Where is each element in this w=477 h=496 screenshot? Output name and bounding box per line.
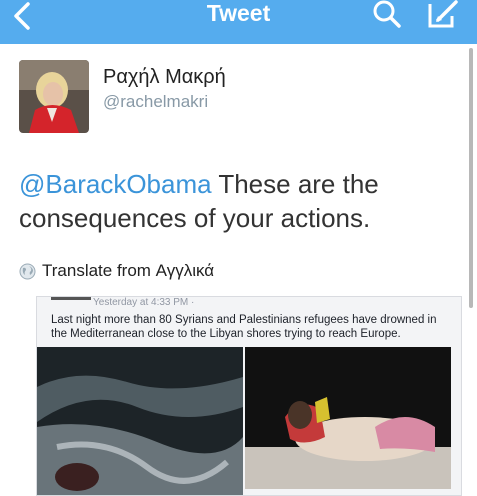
translate-link[interactable]: Translate from Αγγλικά bbox=[19, 260, 214, 282]
tweet-text: @BarackObama These are the consequences … bbox=[19, 167, 459, 235]
user-handle[interactable]: @rachelmakri bbox=[103, 92, 208, 112]
fb-post-time: Yesterday at 4:33 PM · bbox=[93, 297, 195, 308]
photo-child bbox=[245, 347, 451, 489]
fb-redacted-name bbox=[51, 297, 91, 300]
globe-icon bbox=[19, 263, 36, 279]
compose-icon[interactable] bbox=[424, 0, 464, 30]
nav-bar: Tweet bbox=[0, 0, 477, 44]
search-icon[interactable] bbox=[370, 0, 406, 30]
mention-link[interactable]: @BarackObama bbox=[19, 169, 212, 199]
tweet-image[interactable]: Yesterday at 4:33 PM · Last night more t… bbox=[36, 296, 462, 496]
photo-sea bbox=[37, 347, 243, 495]
user-display-name[interactable]: Ραχήλ Μακρή bbox=[103, 66, 226, 89]
translate-label: Translate from Αγγλικά bbox=[42, 261, 215, 280]
fb-post-text: Last night more than 80 Syrians and Pale… bbox=[51, 314, 437, 340]
avatar[interactable] bbox=[19, 60, 89, 133]
scrollbar[interactable] bbox=[469, 48, 473, 308]
